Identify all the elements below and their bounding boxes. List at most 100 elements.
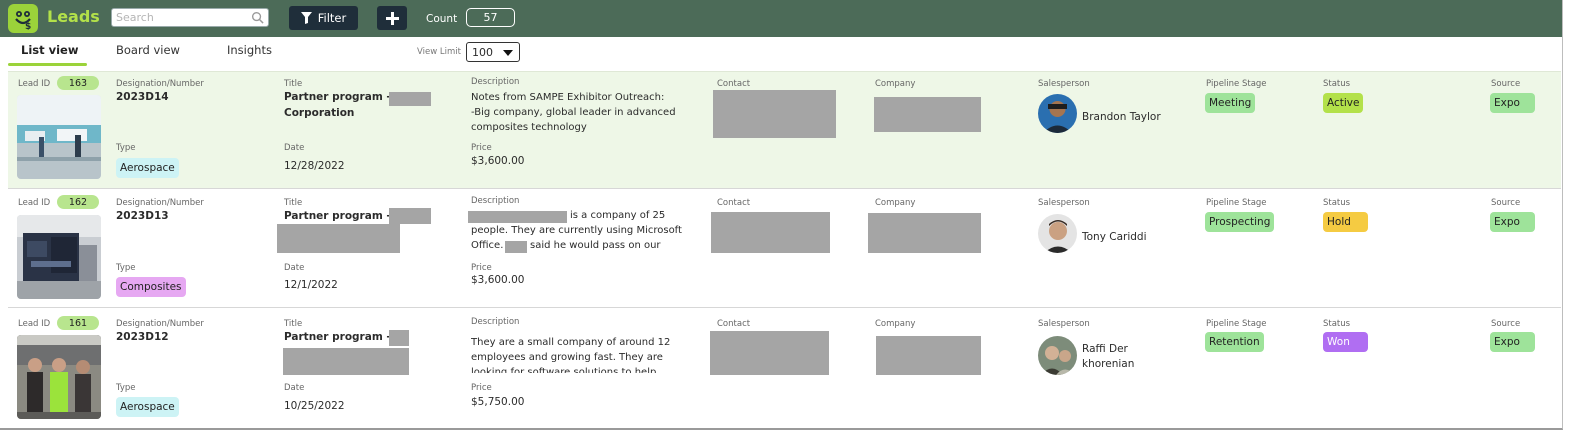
- lead-photo[interactable]: [17, 95, 101, 179]
- plus-icon: [385, 11, 399, 25]
- description-label: Description: [471, 317, 520, 327]
- frog-dollar-icon[interactable]: $: [8, 4, 38, 33]
- date-value: 10/25/2022: [284, 400, 345, 412]
- lead-id-label: Lead ID: [18, 79, 51, 89]
- lead-id-badge: 161: [57, 316, 99, 330]
- source-label: Source: [1491, 198, 1521, 208]
- count-label: Count: [426, 13, 458, 25]
- title-label: Title: [284, 198, 303, 208]
- view-limit-select[interactable]: 100: [466, 42, 520, 62]
- company-label: Company: [875, 198, 916, 208]
- source-tag: Expo: [1490, 93, 1535, 113]
- status-label: Status: [1323, 319, 1351, 329]
- avatar[interactable]: [1038, 336, 1077, 375]
- lead-id-label: Lead ID: [18, 198, 51, 208]
- description-line-2: people. They are currently using Microso…: [471, 225, 682, 236]
- description-label: Description: [471, 77, 520, 87]
- tab-list-view[interactable]: List view: [21, 43, 78, 57]
- salesperson-name: Brandon Taylor: [1082, 111, 1161, 123]
- contact-label: Contact: [717, 79, 751, 89]
- avatar[interactable]: [1038, 214, 1077, 253]
- redacted-company: [868, 213, 981, 253]
- title-label: Title: [284, 319, 303, 329]
- view-limit-label: View Limit: [417, 47, 461, 57]
- description-line-1: is a company of 25: [570, 210, 666, 221]
- leads-window: $ Leads Filter Count 57 List view Boa: [0, 0, 1563, 430]
- top-bar: $ Leads Filter Count 57: [0, 0, 1562, 37]
- redacted-company: [876, 336, 981, 375]
- source-tag: Expo: [1490, 212, 1535, 232]
- redacted-contact: [713, 90, 836, 138]
- title-label: Title: [284, 79, 303, 89]
- pipeline-tag: Retention: [1205, 332, 1264, 352]
- pipeline-tag: Meeting: [1205, 93, 1256, 113]
- description-line-3a: Office.: [471, 240, 504, 251]
- redacted-block: [389, 92, 431, 106]
- chevron-down-icon: [503, 50, 513, 56]
- description-label: Description: [471, 196, 520, 206]
- type-tag: Aerospace: [116, 397, 179, 417]
- lead-id-badge: 163: [57, 76, 99, 90]
- filter-label: Filter: [317, 11, 347, 25]
- avatar[interactable]: [1038, 94, 1077, 133]
- title-line-2: Corporation: [284, 107, 355, 119]
- date-value: 12/1/2022: [284, 279, 338, 291]
- designation-label: Designation/Number: [116, 79, 204, 89]
- filter-button[interactable]: Filter: [289, 6, 358, 30]
- title-line-1: Partner program -: [284, 210, 391, 222]
- search-box[interactable]: [111, 8, 269, 27]
- status-tag: Hold: [1323, 212, 1368, 232]
- lead-photo[interactable]: [17, 335, 101, 419]
- salesperson-name-line-2: khorenian: [1082, 358, 1135, 370]
- redacted-contact: [711, 212, 830, 253]
- count-value: 57: [466, 8, 515, 27]
- salesperson-label: Salesperson: [1038, 79, 1090, 89]
- lead-id-label: Lead ID: [18, 319, 51, 329]
- description-line-3b: said he would pass on our: [530, 240, 661, 251]
- price-label: Price: [471, 143, 492, 153]
- date-label: Date: [284, 143, 305, 153]
- source-label: Source: [1491, 319, 1521, 329]
- pipeline-tag: Prospecting: [1205, 212, 1275, 232]
- tab-insights[interactable]: Insights: [227, 43, 272, 57]
- search-icon[interactable]: [251, 11, 264, 24]
- company-label: Company: [875, 319, 916, 329]
- salesperson-name-line-1: Raffi Der: [1082, 343, 1128, 355]
- price-value: $3,600.00: [471, 155, 525, 167]
- price-label: Price: [471, 383, 492, 393]
- pipeline-label: Pipeline Stage: [1206, 319, 1267, 329]
- status-tag: Won: [1323, 332, 1368, 352]
- redacted-company: [874, 97, 981, 132]
- redacted-block: [283, 348, 409, 375]
- redacted-contact: [710, 331, 829, 375]
- description-text: Notes from SAMPE Exhibitor Outreach: -Bi…: [471, 92, 676, 133]
- designation-value: 2023D14: [116, 91, 169, 103]
- redacted-block: [389, 208, 431, 224]
- pipeline-label: Pipeline Stage: [1206, 198, 1267, 208]
- tab-board-view[interactable]: Board view: [116, 43, 180, 57]
- price-value: $3,600.00: [471, 274, 525, 286]
- lead-row[interactable]: Lead ID 162 Designation/Number 2023D13 T…: [8, 190, 1561, 308]
- designation-label: Designation/Number: [116, 319, 204, 329]
- app-title: Leads: [47, 7, 100, 26]
- salesperson-label: Salesperson: [1038, 198, 1090, 208]
- type-label: Type: [116, 383, 136, 393]
- date-value: 12/28/2022: [284, 160, 345, 172]
- status-label: Status: [1323, 198, 1351, 208]
- search-input[interactable]: [116, 10, 246, 25]
- lead-row[interactable]: Lead ID 161 Designation/Number 2023D12 T…: [8, 310, 1561, 428]
- add-lead-button[interactable]: [377, 6, 407, 30]
- pipeline-label: Pipeline Stage: [1206, 79, 1267, 89]
- company-label: Company: [875, 79, 916, 89]
- designation-value: 2023D12: [116, 331, 169, 343]
- redacted-block: [277, 224, 400, 253]
- lead-id-badge: 162: [57, 195, 99, 209]
- price-value: $5,750.00: [471, 396, 525, 408]
- description-text: They are a small company of around 12 em…: [471, 337, 671, 373]
- lead-photo[interactable]: [17, 215, 101, 299]
- lead-row[interactable]: Lead ID 163 Designation/Number 2023D14 T…: [8, 71, 1561, 189]
- type-label: Type: [116, 263, 136, 273]
- status-tag: Active: [1323, 93, 1364, 113]
- contact-label: Contact: [717, 198, 751, 208]
- price-label: Price: [471, 263, 492, 273]
